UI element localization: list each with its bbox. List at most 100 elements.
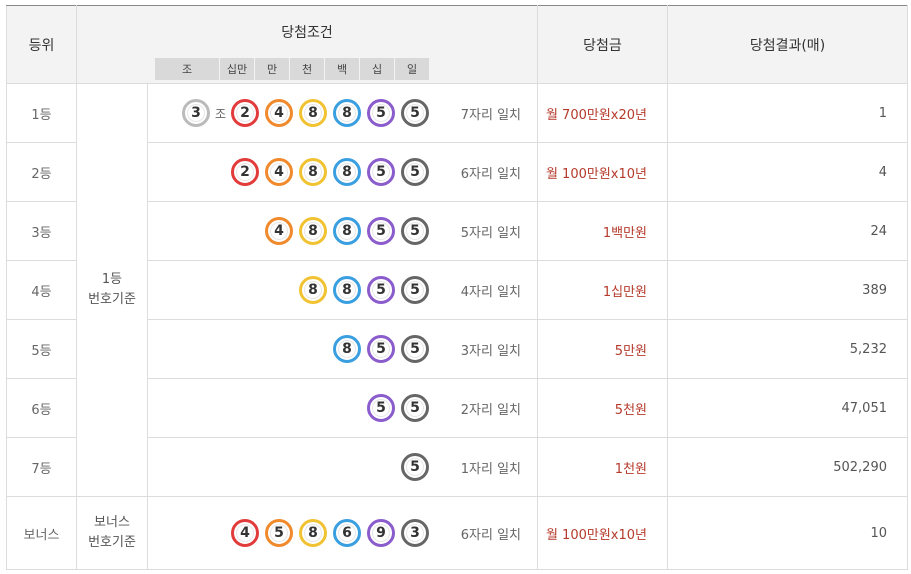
- number-ball: 8: [333, 276, 361, 304]
- number-ball: 8: [299, 217, 327, 245]
- number-ball: 3: [401, 519, 429, 547]
- winner-count-cell: 4: [667, 142, 908, 202]
- number-ball: 4: [265, 217, 293, 245]
- jo-ball: 3: [181, 99, 210, 127]
- number-ball: 8: [333, 217, 361, 245]
- number-ball: 5: [401, 217, 429, 245]
- bonus-row: 보너스 보너스 번호기준 4 5 8 6 9 3 6자리 일치 월 100만원x10년 10: [6, 496, 908, 570]
- number-ball: 2: [231, 158, 259, 186]
- number-ball: 8: [299, 99, 327, 127]
- number-ball: 8: [299, 519, 327, 547]
- prize-cell: 5만원: [537, 319, 668, 379]
- prize-cell: 5천원: [537, 378, 668, 438]
- header-prize: 당첨금: [537, 5, 668, 84]
- match-label: 6자리 일치: [460, 166, 521, 182]
- rank-cell: 2등: [6, 142, 77, 202]
- number-ball: 5: [367, 394, 395, 422]
- digit-header-row: 조 십만 만 천 백 십 일: [155, 58, 430, 80]
- prize-cell: 1천원: [537, 437, 668, 497]
- number-ball: 9: [367, 519, 395, 547]
- number-ball: 5: [367, 276, 395, 304]
- ball-group: 8855: [293, 261, 429, 319]
- ball-cell: 8 8 5 5 4자리 일치: [147, 260, 538, 320]
- match-label: 5자리 일치: [460, 225, 521, 241]
- number-ball: 4: [265, 158, 293, 186]
- ball-cell: 4 5 8 6 9 3 6자리 일치: [147, 496, 538, 570]
- number-ball: 5: [401, 394, 429, 422]
- ball-group: 3조248855: [176, 84, 429, 142]
- ball-cell: 5 5 2자리 일치: [147, 378, 538, 438]
- ball-group: 248855: [225, 143, 429, 201]
- number-ball: 5: [367, 158, 395, 186]
- digit-header-cell: 백: [325, 58, 360, 80]
- rank-cell: 3등: [6, 201, 77, 261]
- basis-line: 번호기준: [88, 292, 136, 307]
- prize-cell: 1십만원: [537, 260, 668, 320]
- match-label: 6자리 일치: [460, 527, 521, 543]
- header-condition: 당첨조건 조 십만 만 천 백 십 일: [76, 5, 538, 84]
- prize-cell: 1백만원: [537, 201, 668, 261]
- header-result: 당첨결과(매): [667, 5, 908, 84]
- rank-cell: 1등: [6, 83, 77, 143]
- winner-count-cell: 47,051: [667, 378, 908, 438]
- rank-cell: 보너스: [6, 496, 77, 570]
- ball-group: 48855: [259, 202, 429, 260]
- jo-label: 조: [214, 106, 226, 121]
- ball-group: 458693: [225, 497, 429, 569]
- number-ball: 8: [299, 276, 327, 304]
- number-ball: 4: [231, 519, 259, 547]
- prize-cell: 월 700만원x20년: [537, 83, 668, 143]
- rank-row: 1등 1등 번호기준 3 조 2 4 8 8 5 5 7자리 일치 월 700만원x20년 1: [6, 83, 908, 497]
- rank-cell: 4등: [6, 260, 77, 320]
- number-ball: 5: [401, 335, 429, 363]
- digit-header-cell: 만: [255, 58, 290, 80]
- basis-cell: 1등번호기준: [76, 83, 148, 497]
- digit-header-cell: 천: [290, 58, 325, 80]
- winner-count-cell: 502,290: [667, 437, 908, 497]
- rank-cell: 6등: [6, 378, 77, 438]
- basis-line: 1등: [101, 272, 123, 287]
- number-ball: 5: [401, 453, 429, 481]
- match-label: 2자리 일치: [460, 402, 521, 418]
- number-ball: 8: [333, 99, 361, 127]
- number-ball: 6: [333, 519, 361, 547]
- ball-cell: 3 조 2 4 8 8 5 5 7자리 일치: [147, 83, 538, 143]
- number-ball: 5: [401, 276, 429, 304]
- winner-count-cell: 24: [667, 201, 908, 261]
- digit-header-cell: 일: [395, 58, 430, 80]
- basis-line: 번호기준: [88, 535, 136, 550]
- number-ball: 2: [231, 99, 259, 127]
- number-ball: 8: [333, 335, 361, 363]
- ball-cell: 5 1자리 일치: [147, 437, 538, 497]
- winner-count-cell: 1: [667, 83, 908, 143]
- number-ball: 5: [367, 99, 395, 127]
- winner-count-cell: 10: [667, 496, 908, 570]
- header-rank: 등위: [6, 5, 77, 84]
- bonus-basis-cell: 보너스 번호기준: [76, 496, 148, 570]
- result-table: 등위 당첨조건 조 십만 만 천 백 십 일 당첨금 당첨결과(매) 1등 1등 번호기준 3 조 2…: [6, 5, 908, 570]
- number-ball: 8: [333, 158, 361, 186]
- match-label: 4자리 일치: [460, 284, 521, 300]
- header-condition-label: 당첨조건: [281, 25, 333, 41]
- winner-count-cell: 5,232: [667, 319, 908, 379]
- ball-cell: 8 5 5 3자리 일치: [147, 319, 538, 379]
- match-label: 7자리 일치: [460, 107, 521, 123]
- rank-cell: 7등: [6, 437, 77, 497]
- prize-cell: 월 100만원x10년: [537, 496, 668, 570]
- ball-group: 855: [327, 320, 429, 378]
- winner-count-cell: 389: [667, 260, 908, 320]
- number-ball: 4: [265, 99, 293, 127]
- number-ball: 5: [401, 99, 429, 127]
- digit-header-cell: 십만: [220, 58, 255, 80]
- match-label: 1자리 일치: [460, 461, 521, 477]
- number-ball: 5: [265, 519, 293, 547]
- ball-group: 55: [361, 379, 429, 437]
- lottery-result-page: 등위 당첨조건 조 십만 만 천 백 십 일 당첨금 당첨결과(매) 1등 1등 번호기준 3 조 2…: [0, 0, 911, 574]
- ball-cell: 4 8 8 5 5 5자리 일치: [147, 201, 538, 261]
- match-label: 3자리 일치: [460, 343, 521, 359]
- number-ball: 5: [367, 217, 395, 245]
- prize-cell: 월 100만원x10년: [537, 142, 668, 202]
- ball-cell: 2 4 8 8 5 5 6자리 일치: [147, 142, 538, 202]
- number-ball: 8: [299, 158, 327, 186]
- rank-cell: 5등: [6, 319, 77, 379]
